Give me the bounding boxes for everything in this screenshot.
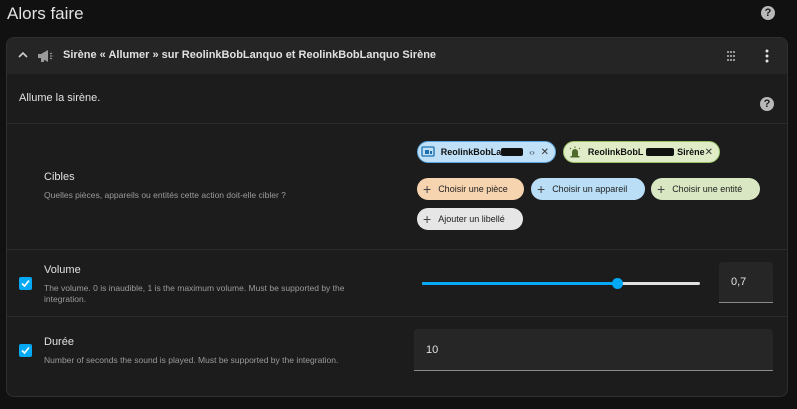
volume-slider[interactable] xyxy=(422,278,700,289)
slider-fill xyxy=(422,282,617,285)
device-icon xyxy=(421,144,436,160)
targets-description: Quelles pièces, appareils ou entités cet… xyxy=(44,190,286,200)
more-options-icon[interactable] xyxy=(764,49,770,63)
choose-entity-button[interactable]: + Choisir une entité xyxy=(651,178,760,200)
button-label: Ajouter un libellé xyxy=(438,214,505,224)
action-header[interactable]: Sirène « Allumer » sur ReolinkBobLanquo … xyxy=(7,38,787,74)
add-label-button[interactable]: + Ajouter un libellé xyxy=(417,208,523,230)
choose-area-button[interactable]: + Choisir une pièce xyxy=(417,178,524,200)
page-title: Alors faire xyxy=(7,4,84,23)
plus-icon: + xyxy=(657,181,666,197)
close-icon[interactable]: ✕ xyxy=(705,147,713,158)
duration-description: Number of seconds the sound is played. M… xyxy=(44,355,339,365)
drag-handle-icon[interactable] xyxy=(726,50,736,62)
megaphone-icon xyxy=(38,50,53,62)
check-icon xyxy=(21,279,30,288)
divider xyxy=(7,249,787,250)
action-title: Sirène « Allumer » sur ReolinkBobLanquo … xyxy=(63,49,437,61)
target-chip-siren[interactable]: ReolinkBobL Sirène ✕ xyxy=(563,141,720,163)
divider xyxy=(7,123,787,124)
check-icon xyxy=(21,346,30,355)
code-icon: ‹› xyxy=(529,147,535,157)
duration-checkbox[interactable] xyxy=(19,344,32,357)
volume-description: The volume. 0 is inaudible, 1 is the max… xyxy=(44,283,345,304)
siren-icon xyxy=(567,144,583,160)
plus-icon: + xyxy=(423,211,432,227)
volume-input[interactable]: 0,7 xyxy=(719,262,773,303)
help-icon: ? xyxy=(761,6,775,20)
duration-input[interactable]: 10 xyxy=(414,329,773,371)
description-help-button[interactable]: ? xyxy=(760,97,774,111)
duration-value: 10 xyxy=(426,343,439,356)
target-chip-label: ReolinkBobL xyxy=(587,147,644,157)
redaction xyxy=(501,148,524,156)
targets-label: Cibles xyxy=(44,171,75,183)
action-card: Sirène « Allumer » sur ReolinkBobLanquo … xyxy=(6,37,788,397)
action-description: Allume la sirène. xyxy=(19,92,101,104)
redaction xyxy=(646,148,675,156)
button-label: Choisir un appareil xyxy=(552,184,628,194)
help-button[interactable]: ? xyxy=(761,6,775,20)
volume-checkbox[interactable] xyxy=(19,277,32,290)
button-label: Choisir une entité xyxy=(672,184,743,194)
target-chip-suffix: Sirène xyxy=(677,147,705,157)
chevron-up-icon[interactable] xyxy=(17,49,29,61)
plus-icon: + xyxy=(537,181,546,197)
plus-icon: + xyxy=(423,181,432,197)
target-chip-device[interactable]: ReolinkBobLa ‹› ✕ xyxy=(417,141,556,163)
volume-value: 0,7 xyxy=(731,276,747,288)
volume-label: Volume xyxy=(44,264,81,276)
target-chip-label: ReolinkBobLa xyxy=(440,147,502,157)
divider xyxy=(7,316,787,317)
help-icon: ? xyxy=(760,97,774,111)
choose-device-button[interactable]: + Choisir un appareil xyxy=(531,178,645,200)
duration-label: Durée xyxy=(44,336,74,348)
slider-thumb[interactable] xyxy=(611,278,623,289)
close-icon[interactable]: ✕ xyxy=(541,147,549,158)
button-label: Choisir une pièce xyxy=(438,184,508,194)
